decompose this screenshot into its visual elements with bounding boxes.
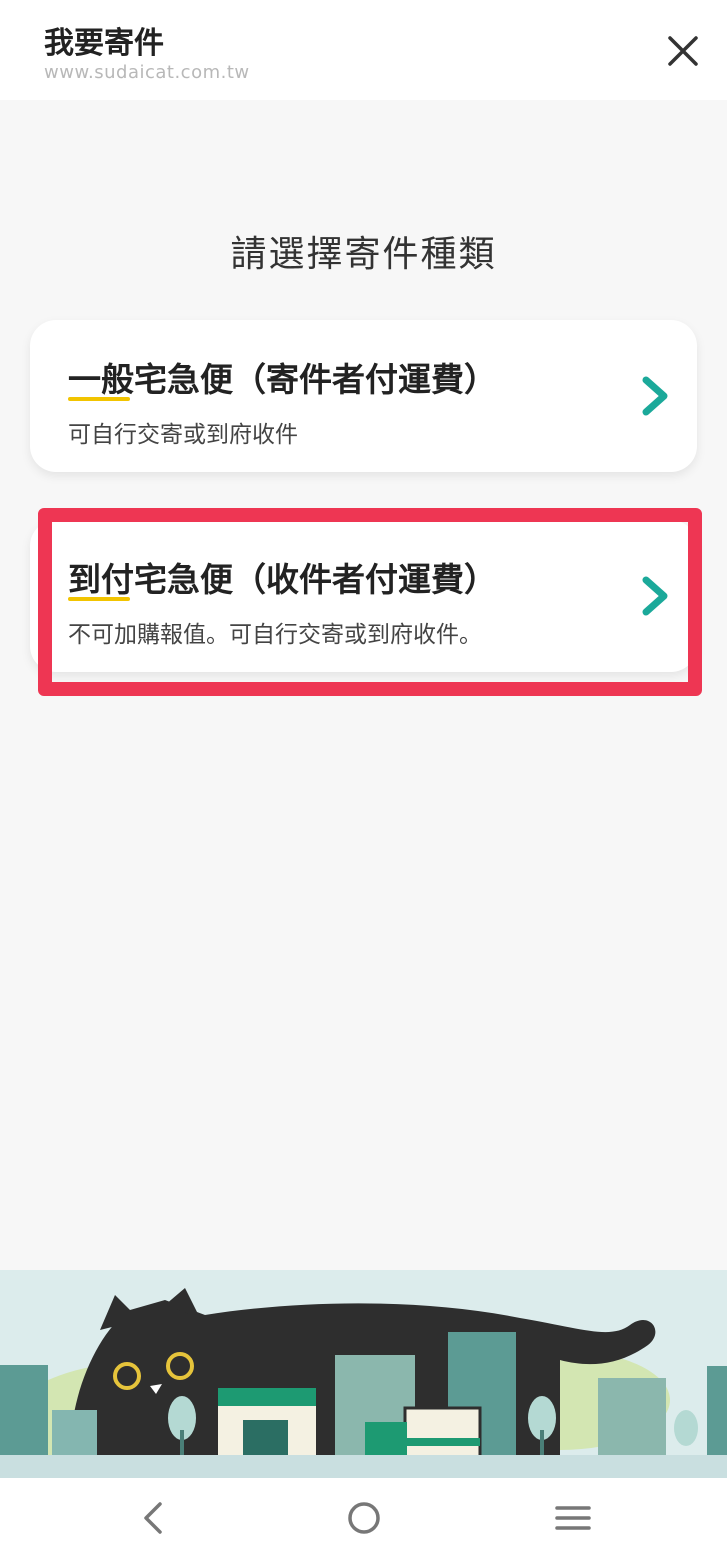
site-url: www.sudaicat.com.tw <box>44 62 250 83</box>
option-title: 一般宅急便（寄件者付運費） <box>68 360 497 399</box>
system-nav-bar <box>0 1478 727 1555</box>
close-button[interactable] <box>660 28 706 74</box>
page-title: 我要寄件 <box>44 26 164 61</box>
home-button[interactable] <box>342 1496 386 1540</box>
back-icon <box>144 1502 162 1534</box>
chevron-right-icon <box>642 376 668 416</box>
option-subtitle: 不可加購報值。可自行交寄或到府收件。 <box>68 622 482 648</box>
section-heading: 請選擇寄件種類 <box>230 234 497 275</box>
close-icon <box>668 36 698 66</box>
title-underline <box>68 597 130 601</box>
city-cat-illustration <box>0 1270 727 1478</box>
home-icon <box>348 1502 380 1534</box>
option-title: 到付宅急便（收件者付運費） <box>68 560 497 599</box>
title-underline <box>68 397 130 401</box>
menu-icon <box>555 1506 591 1530</box>
back-button[interactable] <box>132 1496 176 1540</box>
menu-button[interactable] <box>551 1496 595 1540</box>
option-card-receiver-pays[interactable]: 到付宅急便（收件者付運費） 不可加購報值。可自行交寄或到府收件。 <box>30 520 697 672</box>
top-bar: 我要寄件 www.sudaicat.com.tw <box>0 0 727 100</box>
chevron-right-icon <box>642 576 668 616</box>
option-card-sender-pays[interactable]: 一般宅急便（寄件者付運費） 可自行交寄或到府收件 <box>30 320 697 472</box>
option-subtitle: 可自行交寄或到府收件 <box>68 422 298 448</box>
